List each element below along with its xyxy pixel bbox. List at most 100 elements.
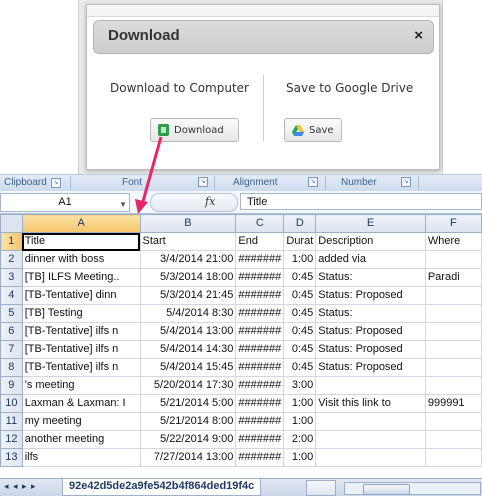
- row-header[interactable]: 10: [0, 394, 23, 413]
- cell-f7[interactable]: [424, 340, 482, 359]
- cell-c5[interactable]: #######: [235, 304, 285, 323]
- dialog-launcher-icon[interactable]: ↘: [198, 177, 208, 187]
- dialog-launcher-icon[interactable]: ↘: [401, 177, 411, 187]
- row-header[interactable]: 3: [0, 268, 23, 287]
- cell-c11[interactable]: #######: [235, 412, 285, 431]
- cell-d8[interactable]: 0:45: [283, 358, 317, 377]
- cell-a1[interactable]: Title: [21, 232, 141, 251]
- dialog-launcher-icon[interactable]: ↘: [308, 177, 318, 187]
- row-header[interactable]: 7: [0, 340, 23, 359]
- row-header[interactable]: 8: [0, 358, 23, 377]
- row-header[interactable]: 5: [0, 304, 23, 323]
- cell-c1[interactable]: End: [235, 232, 285, 251]
- dialog-launcher-icon[interactable]: ↘: [50, 177, 61, 188]
- cell-c2[interactable]: #######: [235, 250, 285, 269]
- cell-f2[interactable]: [424, 250, 482, 269]
- row-header[interactable]: 11: [0, 412, 23, 431]
- cell-b6[interactable]: 5/4/2014 13:00: [139, 322, 237, 341]
- cell-e2[interactable]: added via: [315, 250, 426, 269]
- cell-a6[interactable]: [TB-Tentative] ilfs n: [21, 322, 141, 341]
- cell-b2[interactable]: 3/4/2014 21:00: [139, 250, 237, 269]
- insert-sheet-icon[interactable]: [306, 480, 336, 496]
- cell-d11[interactable]: 1:00: [283, 412, 317, 431]
- select-all-corner[interactable]: [0, 214, 23, 233]
- cell-d12[interactable]: 2:00: [283, 430, 317, 449]
- row-header[interactable]: 12: [0, 430, 23, 449]
- cell-c12[interactable]: #######: [235, 430, 285, 449]
- cell-c9[interactable]: #######: [235, 376, 285, 395]
- cell-d3[interactable]: 0:45: [283, 268, 317, 287]
- cell-b13[interactable]: 7/27/2014 13:00: [139, 448, 237, 467]
- cell-f5[interactable]: [424, 304, 482, 323]
- column-header-b[interactable]: B: [139, 214, 237, 233]
- cell-a11[interactable]: my meeting: [21, 412, 141, 431]
- cell-e13[interactable]: [315, 448, 426, 467]
- cell-d1[interactable]: Durat: [283, 232, 317, 251]
- cell-b5[interactable]: 5/4/2014 8:30: [139, 304, 237, 323]
- cell-f10[interactable]: 999991: [424, 394, 482, 413]
- column-header-a[interactable]: A: [21, 214, 141, 233]
- cell-c8[interactable]: #######: [235, 358, 285, 377]
- sheet-nav-arrows[interactable]: ◂ ◂ ▸ ▸: [4, 481, 37, 492]
- cell-b12[interactable]: 5/22/2014 9:00: [139, 430, 237, 449]
- cell-a13[interactable]: ilfs: [21, 448, 141, 467]
- cell-f4[interactable]: [424, 286, 482, 305]
- row-header[interactable]: 6: [0, 322, 23, 341]
- row-header[interactable]: 9: [0, 376, 23, 395]
- cell-c6[interactable]: #######: [235, 322, 285, 341]
- insert-function-icon[interactable]: fx: [205, 195, 215, 208]
- row-header[interactable]: 13: [0, 448, 23, 467]
- name-box[interactable]: A1 ▼: [0, 193, 130, 212]
- cell-e9[interactable]: [315, 376, 426, 395]
- cell-d5[interactable]: 0:45: [283, 304, 317, 323]
- cell-c10[interactable]: #######: [235, 394, 285, 413]
- cell-e3[interactable]: Status:: [315, 268, 426, 287]
- column-header-f[interactable]: F: [424, 214, 482, 233]
- cell-a5[interactable]: [TB] Testing: [21, 304, 141, 323]
- cell-b7[interactable]: 5/4/2014 14:30: [139, 340, 237, 359]
- cell-a2[interactable]: dinner with boss: [21, 250, 141, 269]
- formula-input[interactable]: Title: [240, 193, 482, 210]
- cell-a4[interactable]: [TB-Tentative] dinn: [21, 286, 141, 305]
- cell-a8[interactable]: [TB-Tentative] ilfs n: [21, 358, 141, 377]
- cell-d4[interactable]: 0:45: [283, 286, 317, 305]
- cell-c7[interactable]: #######: [235, 340, 285, 359]
- cell-d10[interactable]: 1:00: [283, 394, 317, 413]
- cell-a3[interactable]: [TB] ILFS Meeting..: [21, 268, 141, 287]
- horizontal-scrollbar[interactable]: [344, 482, 481, 495]
- cell-c13[interactable]: #######: [235, 448, 285, 467]
- cell-d7[interactable]: 0:45: [283, 340, 317, 359]
- cell-b8[interactable]: 5/4/2014 15:45: [139, 358, 237, 377]
- chevron-down-icon[interactable]: ▼: [119, 196, 127, 213]
- cell-f3[interactable]: Paradi: [424, 268, 482, 287]
- cell-a7[interactable]: [TB-Tentative] ilfs n: [21, 340, 141, 359]
- column-header-d[interactable]: D: [283, 214, 317, 233]
- cell-b3[interactable]: 5/3/2014 18:00: [139, 268, 237, 287]
- cell-f11[interactable]: [424, 412, 482, 431]
- cell-b11[interactable]: 5/21/2014 8:00: [139, 412, 237, 431]
- cell-f12[interactable]: [424, 430, 482, 449]
- cell-c4[interactable]: #######: [235, 286, 285, 305]
- sheet-tab[interactable]: 92e42d5de2a9fe542b4f864ded19f4c: [62, 479, 262, 496]
- cell-e7[interactable]: Status: Proposed: [315, 340, 426, 359]
- scrollbar-thumb[interactable]: [363, 484, 410, 495]
- cell-d6[interactable]: 0:45: [283, 322, 317, 341]
- cell-a10[interactable]: Laxman & Laxman: I: [21, 394, 141, 413]
- cell-e4[interactable]: Status: Proposed: [315, 286, 426, 305]
- cell-b1[interactable]: Start: [139, 232, 237, 251]
- cell-f8[interactable]: [424, 358, 482, 377]
- cell-e10[interactable]: Visit this link to: [315, 394, 426, 413]
- cell-e1[interactable]: Description: [315, 232, 426, 251]
- cell-d13[interactable]: 1:00: [283, 448, 317, 467]
- row-header[interactable]: 2: [0, 250, 23, 269]
- cell-b10[interactable]: 5/21/2014 5:00: [139, 394, 237, 413]
- cell-d9[interactable]: 3:00: [283, 376, 317, 395]
- column-header-c[interactable]: C: [235, 214, 285, 233]
- cell-d2[interactable]: 1:00: [283, 250, 317, 269]
- row-header[interactable]: 1: [0, 232, 23, 251]
- cell-a9[interactable]: 's meeting: [21, 376, 141, 395]
- cell-c3[interactable]: #######: [235, 268, 285, 287]
- cell-b4[interactable]: 5/3/2014 21:45: [139, 286, 237, 305]
- cell-f1[interactable]: Where: [424, 232, 482, 251]
- cell-f13[interactable]: [424, 448, 482, 467]
